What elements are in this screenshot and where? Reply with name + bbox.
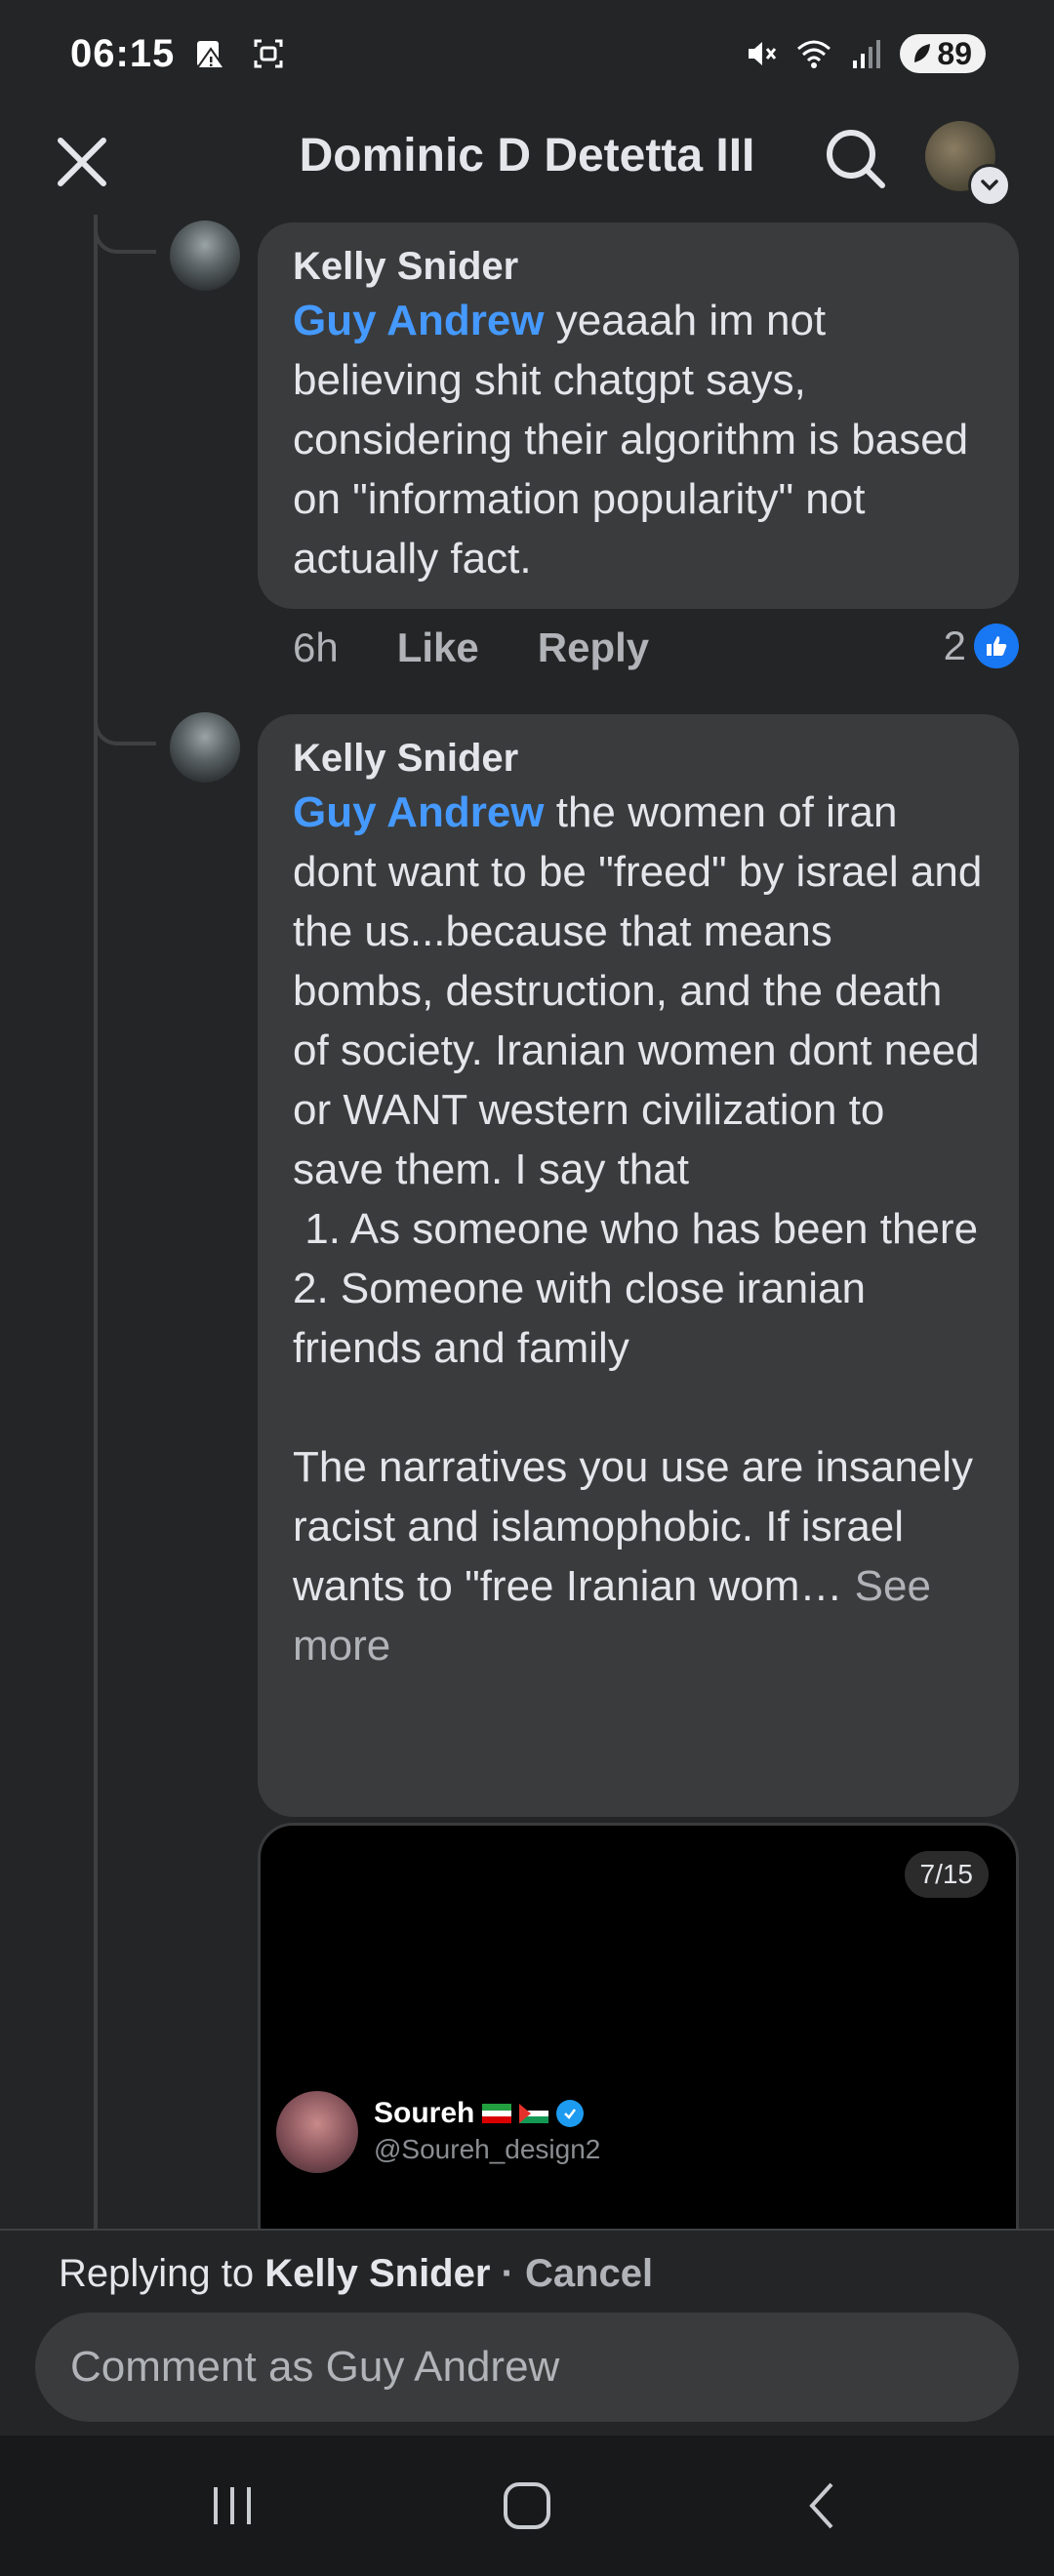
media-attachment[interactable]: 7/15 Soureh @Soureh_design2	[258, 1823, 1019, 2233]
media-counter: 7/15	[904, 1851, 989, 1898]
separator: ·	[490, 2252, 525, 2295]
reaction-number: 2	[943, 623, 966, 668]
home-icon	[504, 2482, 550, 2529]
thread-connector	[94, 706, 156, 745]
mention-link[interactable]: Guy Andrew	[293, 297, 545, 344]
comment-text: Guy Andrew yeaaah im not believing shit …	[293, 291, 984, 588]
thread-line	[94, 221, 98, 2231]
status-bar: 06:15 89	[0, 0, 1054, 107]
avatar[interactable]	[170, 221, 240, 291]
iran-flag-icon	[482, 2104, 512, 2123]
comment-bubble: Kelly Snider Guy Andrew the women of ira…	[258, 714, 1019, 1817]
battery-level: 89	[937, 35, 972, 71]
like-button[interactable]: Like	[397, 624, 479, 671]
wifi-icon	[794, 34, 833, 73]
battery-saver-icon	[914, 44, 931, 62]
cancel-button[interactable]: Cancel	[525, 2252, 653, 2295]
notification-alert-icon	[192, 34, 231, 73]
media-handle: @Soureh_design2	[374, 2134, 601, 2164]
search-icon	[827, 130, 885, 188]
comment-body: the women of iran dont want to be "freed…	[293, 788, 983, 1610]
recent-apps-button[interactable]	[193, 2475, 271, 2537]
search-button[interactable]	[816, 119, 894, 197]
comment-bubble: Kelly Snider Guy Andrew yeaaah im not be…	[258, 222, 1019, 609]
signal-icon	[847, 34, 886, 73]
back-icon	[809, 2482, 833, 2529]
media-author: Soureh	[374, 2097, 585, 2130]
thumbs-up-icon	[974, 624, 1019, 668]
comment-input[interactable]	[35, 2313, 1019, 2422]
palestine-flag-icon	[519, 2104, 549, 2123]
comment-actions: 6h Like Reply	[293, 624, 649, 671]
avatar[interactable]	[170, 712, 240, 783]
mute-icon	[742, 34, 781, 73]
comment-time: 6h	[293, 624, 339, 670]
avatar	[276, 2091, 358, 2173]
back-button[interactable]	[783, 2475, 861, 2537]
reaction-count[interactable]: 2	[944, 623, 1019, 669]
status-left: 06:15	[70, 32, 288, 76]
reply-button[interactable]: Reply	[538, 624, 649, 671]
header: Dominic D Detetta III	[0, 107, 1054, 215]
media-author-name: Soureh	[374, 2097, 475, 2129]
page-title: Dominic D Detetta III	[299, 130, 755, 181]
battery-indicator: 89	[900, 34, 986, 73]
chevron-down-icon[interactable]	[968, 164, 1011, 207]
navigation-bar	[0, 2435, 1054, 2576]
recent-apps-icon	[214, 2487, 251, 2524]
mention-link[interactable]: Guy Andrew	[293, 788, 545, 836]
comment-text: Guy Andrew the women of iran dont want t…	[293, 783, 984, 1675]
home-button[interactable]	[488, 2475, 566, 2537]
comment-author[interactable]: Kelly Snider	[293, 242, 984, 291]
comment-author[interactable]: Kelly Snider	[293, 734, 984, 783]
replying-prefix: Replying to	[59, 2252, 265, 2295]
status-right: 89	[742, 34, 986, 73]
verified-icon	[556, 2100, 585, 2127]
thread-connector	[94, 215, 156, 254]
status-time: 06:15	[70, 31, 176, 75]
replying-to: Replying to Kelly Snider · Cancel	[59, 2252, 653, 2296]
screenshot-icon	[249, 34, 288, 73]
replying-name: Kelly Snider	[264, 2252, 491, 2295]
reply-bar: Replying to Kelly Snider · Cancel	[0, 2229, 1054, 2437]
